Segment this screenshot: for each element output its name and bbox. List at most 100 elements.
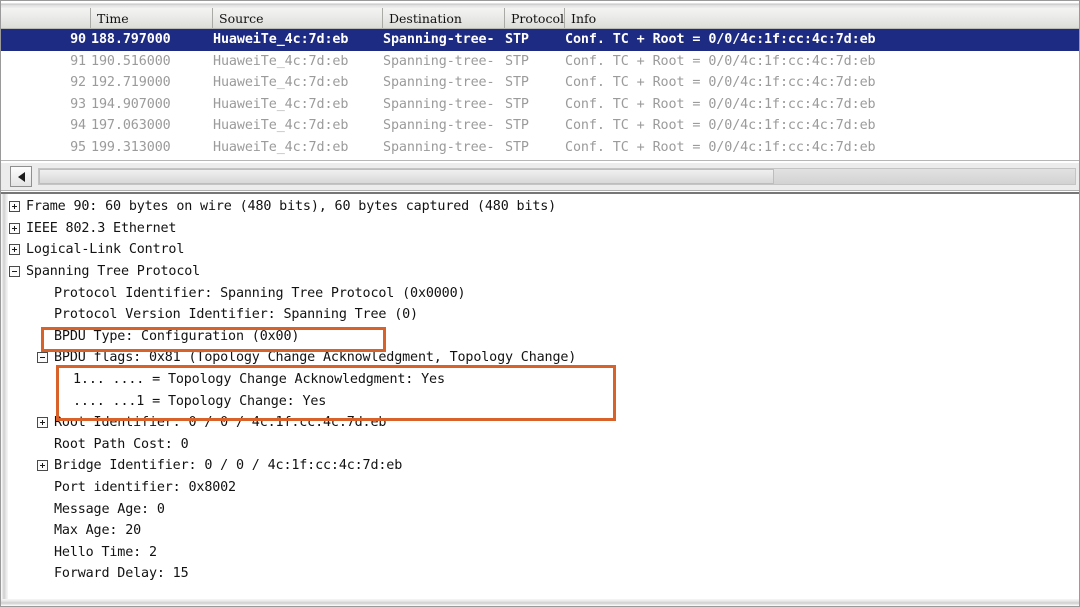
column-header-label: Source [219, 10, 264, 26]
protocol-tree-row[interactable]: Forward Delay: 15 [9, 563, 1079, 585]
hscrollbar-track[interactable] [38, 168, 1076, 185]
packet-cell-no: 92 [70, 75, 86, 91]
protocol-tree-row[interactable]: Frame 90: 60 bytes on wire (480 bits), 6… [9, 196, 1079, 218]
column-header-label: Destination [389, 10, 462, 26]
packet-row[interactable]: 91 190.516000 HuaweiTe_4c:7d:eb Spanning-tr… [1, 51, 1079, 73]
packet-cell-protocol: STP [505, 139, 529, 155]
collapse-minus-icon[interactable] [9, 266, 20, 278]
column-header-time[interactable]: Time [91, 8, 213, 28]
packet-cell-info: Conf. TC + Root = 0/0/4c:1f:cc:4c:7d:eb [565, 118, 876, 134]
protocol-tree-label: Message Age: 0 [54, 501, 165, 517]
packet-cell-time: 194.907000 [91, 96, 171, 112]
packet-cell-source: HuaweiTe_4c:7d:eb [213, 53, 349, 69]
packet-cell-info: Conf. TC + Root = 0/0/4c:1f:cc:4c:7d:eb [565, 32, 876, 48]
column-header-label: Protocol [511, 10, 564, 26]
pane-bottom-bevel [1, 599, 1079, 606]
protocol-tree-row[interactable]: Root Identifier: 0 / 0 / 4c:1f:cc:4c:7d:… [9, 412, 1079, 434]
packet-list-rows[interactable]: 90 188.797000 HuaweiTe_4c:7d:eb Spanning-tr… [1, 29, 1079, 160]
protocol-tree-label: Protocol Version Identifier: Spanning Tr… [54, 307, 418, 323]
protocol-tree-row[interactable]: BPDU Type: Configuration (0x00) [9, 326, 1079, 348]
protocol-tree-label: BPDU flags: 0x81 (Topology Change Acknow… [54, 350, 577, 366]
protocol-tree-row[interactable]: Message Age: 0 [9, 498, 1079, 520]
packet-row[interactable]: 92 192.719000 HuaweiTe_4c:7d:eb Spanning-tr… [1, 72, 1079, 94]
protocol-tree-row[interactable]: Max Age: 20 [9, 520, 1079, 542]
expand-plus-icon[interactable] [37, 417, 48, 429]
packet-cell-source: HuaweiTe_4c:7d:eb [213, 118, 349, 134]
protocol-tree-label: Forward Delay: 15 [54, 566, 189, 582]
protocol-tree-label: 1... .... = Topology Change Acknowledgme… [73, 372, 445, 388]
protocol-tree-row[interactable]: Logical-Link Control [9, 239, 1079, 261]
packet-cell-time: 190.516000 [91, 53, 171, 69]
packet-cell-no: 90 [70, 32, 86, 48]
packet-cell-no: 93 [70, 96, 86, 112]
packet-row[interactable]: 90 188.797000 HuaweiTe_4c:7d:eb Spanning-tr… [1, 29, 1079, 51]
packet-cell-destination: Spanning-tree- [383, 32, 495, 48]
protocol-tree-row[interactable]: 1... .... = Topology Change Acknowledgme… [9, 369, 1079, 391]
packet-cell-info: Conf. TC + Root = 0/0/4c:1f:cc:4c:7d:eb [565, 96, 876, 112]
protocol-tree-row[interactable]: Hello Time: 2 [9, 542, 1079, 564]
column-header-label: Time [97, 10, 129, 26]
packet-cell-time: 197.063000 [91, 118, 171, 134]
packet-cell-no: 95 [70, 139, 86, 155]
packet-cell-time: 199.313000 [91, 139, 171, 155]
packet-cell-protocol: STP [505, 96, 529, 112]
protocol-tree-label: .... ...1 = Topology Change: Yes [73, 393, 327, 409]
column-header-source[interactable]: Source [213, 8, 383, 28]
protocol-tree-row[interactable]: IEEE 802.3 Ethernet [9, 218, 1079, 240]
triangle-left-glyph [17, 171, 25, 182]
pane-left-bevel [1, 194, 8, 599]
packet-cell-time: 188.797000 [91, 32, 171, 48]
column-header-info[interactable]: Info [565, 8, 1079, 28]
packet-list-header[interactable]: Time Source Destination Protocol Info [1, 8, 1079, 29]
protocol-tree-row[interactable]: .... ...1 = Topology Change: Yes [9, 390, 1079, 412]
packet-row[interactable]: 94 197.063000 HuaweiTe_4c:7d:eb Spanning-tr… [1, 115, 1079, 137]
packet-list-hscrollbar[interactable] [1, 163, 1079, 191]
protocol-tree-label: Bridge Identifier: 0 / 0 / 4c:1f:cc:4c:7… [54, 458, 403, 474]
packet-cell-destination: Spanning-tree- [383, 118, 495, 134]
protocol-tree-label: Root Path Cost: 0 [54, 436, 189, 452]
packet-cell-no: 91 [70, 53, 86, 69]
packet-cell-protocol: STP [505, 53, 529, 69]
protocol-tree-label: Hello Time: 2 [54, 544, 157, 560]
protocol-tree-row[interactable]: Spanning Tree Protocol [9, 261, 1079, 283]
hscrollbar-thumb[interactable] [39, 169, 774, 184]
packet-cell-no: 94 [70, 118, 86, 134]
packet-cell-info: Conf. TC + Root = 0/0/4c:1f:cc:4c:7d:eb [565, 53, 876, 69]
packet-cell-protocol: STP [505, 75, 529, 91]
triangle-left-icon[interactable] [10, 166, 32, 187]
packet-cell-info: Conf. TC + Root = 0/0/4c:1f:cc:4c:7d:eb [565, 139, 876, 155]
protocol-tree-label: Logical-Link Control [26, 242, 185, 258]
expand-plus-icon[interactable] [9, 222, 20, 234]
protocol-tree-row[interactable]: BPDU flags: 0x81 (Topology Change Acknow… [9, 347, 1079, 369]
expand-plus-icon[interactable] [9, 244, 20, 256]
packet-cell-protocol: STP [505, 118, 529, 134]
packet-cell-source: HuaweiTe_4c:7d:eb [213, 139, 349, 155]
protocol-tree-row[interactable]: Protocol Version Identifier: Spanning Tr… [9, 304, 1079, 326]
packet-cell-source: HuaweiTe_4c:7d:eb [213, 75, 349, 91]
protocol-tree-label: Max Age: 20 [54, 523, 142, 539]
packet-cell-destination: Spanning-tree- [383, 53, 495, 69]
protocol-tree-row[interactable]: Port identifier: 0x8002 [9, 477, 1079, 499]
protocol-tree-row[interactable]: Root Path Cost: 0 [9, 434, 1079, 456]
protocol-tree-label: Protocol Identifier: Spanning Tree Proto… [54, 285, 466, 301]
column-header-destination[interactable]: Destination [383, 8, 505, 28]
expand-plus-icon[interactable] [37, 460, 48, 472]
protocol-tree-row[interactable]: Protocol Identifier: Spanning Tree Proto… [9, 282, 1079, 304]
protocol-tree-row[interactable]: Bridge Identifier: 0 / 0 / 4c:1f:cc:4c:7… [9, 455, 1079, 477]
packet-detail-pane[interactable]: Frame 90: 60 bytes on wire (480 bits), 6… [1, 192, 1079, 606]
packet-cell-source: HuaweiTe_4c:7d:eb [213, 96, 349, 112]
packet-row[interactable]: 93 194.907000 HuaweiTe_4c:7d:eb Spanning-tr… [1, 94, 1079, 116]
collapse-minus-icon[interactable] [37, 352, 48, 364]
packet-row[interactable]: 95 199.313000 HuaweiTe_4c:7d:eb Spanning-tr… [1, 137, 1079, 159]
expand-plus-icon[interactable] [9, 201, 20, 213]
packet-cell-destination: Spanning-tree- [383, 75, 495, 91]
packet-cell-info: Conf. TC + Root = 0/0/4c:1f:cc:4c:7d:eb [565, 75, 876, 91]
column-header-no[interactable] [1, 8, 91, 28]
column-header-protocol[interactable]: Protocol [505, 8, 565, 28]
packet-cell-protocol: STP [505, 32, 529, 48]
packet-list-pane[interactable]: Time Source Destination Protocol Info 90 188.… [1, 1, 1079, 161]
protocol-tree-label: Port identifier: 0x8002 [54, 480, 236, 496]
protocol-tree[interactable]: Frame 90: 60 bytes on wire (480 bits), 6… [9, 196, 1079, 599]
protocol-tree-label: Root Identifier: 0 / 0 / 4c:1f:cc:4c:7d:… [54, 415, 387, 431]
packet-cell-time: 192.719000 [91, 75, 171, 91]
